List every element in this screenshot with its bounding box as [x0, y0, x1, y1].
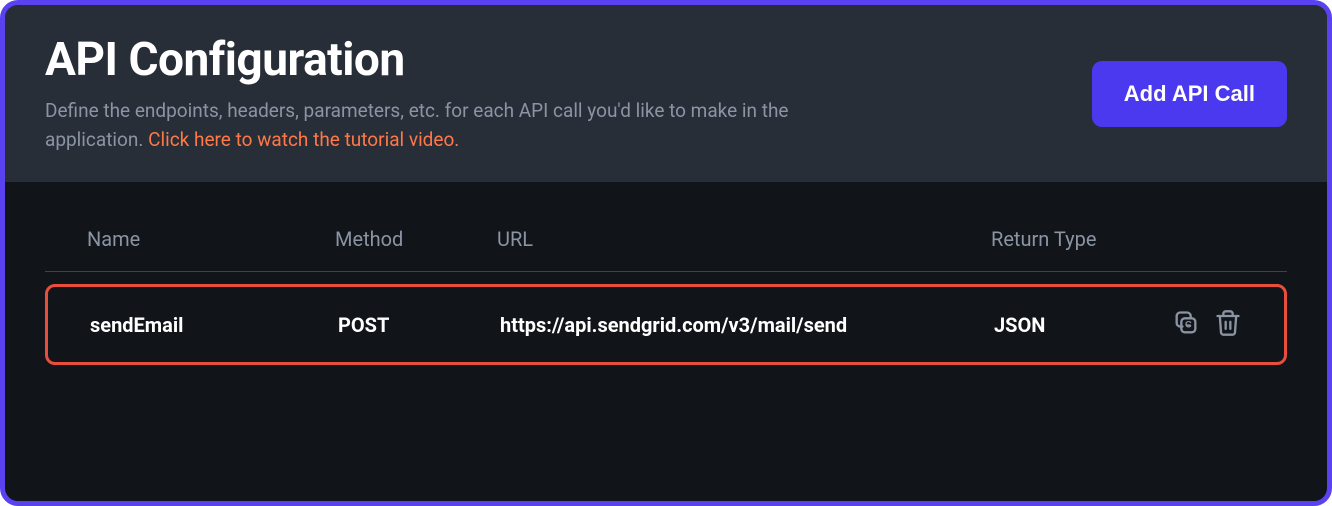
cell-return-type: JSON	[994, 313, 1156, 337]
page-subtitle: Define the endpoints, headers, parameter…	[45, 97, 805, 154]
tutorial-link[interactable]: Click here to watch the tutorial video.	[148, 128, 459, 151]
add-api-call-button[interactable]: Add API Call	[1092, 61, 1287, 127]
column-header-method: Method	[335, 227, 497, 251]
trash-icon	[1214, 309, 1242, 340]
cell-method: POST	[338, 313, 500, 337]
page-title: API Configuration	[45, 33, 805, 87]
column-header-actions	[1153, 227, 1245, 251]
cell-url: https://api.sendgrid.com/v3/mail/send	[500, 313, 994, 337]
cell-name: sendEmail	[90, 313, 338, 337]
api-config-panel: API Configuration Define the endpoints, …	[0, 0, 1332, 506]
api-table: Name Method URL Return Type sendEmail PO…	[5, 182, 1327, 395]
column-header-name: Name	[87, 227, 335, 251]
header-text-block: API Configuration Define the endpoints, …	[45, 33, 805, 154]
row-actions: C	[1156, 309, 1242, 340]
column-header-url: URL	[497, 227, 991, 251]
column-header-return-type: Return Type	[991, 227, 1153, 251]
delete-button[interactable]	[1214, 309, 1242, 340]
table-row[interactable]: sendEmail POST https://api.sendgrid.com/…	[45, 284, 1287, 365]
table-header-row: Name Method URL Return Type	[45, 227, 1287, 272]
copy-button[interactable]: C	[1172, 309, 1200, 340]
panel-header: API Configuration Define the endpoints, …	[5, 5, 1327, 182]
svg-text:C: C	[1185, 320, 1192, 330]
copy-icon: C	[1172, 309, 1200, 340]
